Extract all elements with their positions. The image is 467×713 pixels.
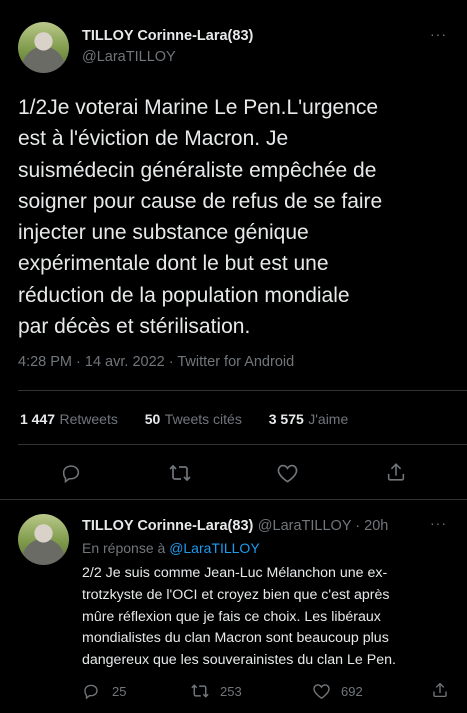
reply-line: trotzkyste de l'OCI et croyez bien que c… xyxy=(82,586,390,603)
tweet-line: suismédecin généraliste empêchée de xyxy=(18,158,377,182)
reply-action-reply[interactable]: 25 xyxy=(82,682,126,700)
likes-label: J'aime xyxy=(308,411,349,427)
like-count: 692 xyxy=(341,683,363,699)
reply-avatar[interactable] xyxy=(18,514,69,565)
reply-action-retweet[interactable]: 253 xyxy=(190,682,242,700)
reply-line: mondialistes du clan Macron sont beaucou… xyxy=(82,630,389,647)
retweets-label: Retweets xyxy=(59,411,118,427)
quotes-stat[interactable]: 50 Tweets cités xyxy=(145,411,242,428)
reply-line: mûre réflexion que je fais ce choix. Les… xyxy=(82,608,381,625)
tweet-text: 1/2Je voterai Marine Le Pen.L'urgence es… xyxy=(18,92,382,342)
retweets-stat[interactable]: 1 447 Retweets xyxy=(20,411,118,428)
share-icon[interactable] xyxy=(385,461,407,483)
reply-more-icon[interactable]: ··· xyxy=(430,515,447,531)
author-name[interactable]: TILLOY Corinne-Lara(83) xyxy=(82,28,253,44)
retweet-count: 253 xyxy=(220,683,242,699)
tweet-line: soigner pour cause de refus de se faire xyxy=(18,189,383,213)
reply-count: 25 xyxy=(112,683,127,699)
share-icon[interactable] xyxy=(431,681,449,699)
reply-icon xyxy=(82,682,100,700)
in-reply-prefix: En réponse à xyxy=(82,540,166,556)
tweet-line: réduction de la population mondiale xyxy=(18,283,350,307)
heart-icon[interactable] xyxy=(276,462,299,484)
reply-line: 2/2 Je suis comme Jean-Luc Mélanchon une… xyxy=(82,565,388,581)
reply-action-like[interactable]: 692 xyxy=(312,682,363,700)
reply-icon[interactable] xyxy=(60,462,82,484)
divider xyxy=(0,499,467,500)
divider xyxy=(18,444,467,445)
retweets-count: 1 447 xyxy=(20,411,56,427)
divider xyxy=(18,390,467,391)
reply-line: dangereux que les souverainistes du clan… xyxy=(82,652,396,669)
in-reply-handle[interactable]: @LaraTILLOY xyxy=(169,540,259,556)
in-reply-to: En réponse à @LaraTILLOY xyxy=(82,540,260,556)
retweet-icon xyxy=(190,682,210,700)
retweet-icon[interactable] xyxy=(168,462,192,484)
author-handle[interactable]: @LaraTILLOY xyxy=(82,49,176,65)
reply-handle-time[interactable]: @LaraTILLOY · 20h xyxy=(258,518,389,534)
tweet-line: expérimentale dont le but est une xyxy=(18,252,329,276)
stats-row: 1 447 Retweets 50 Tweets cités 3 575 J'a… xyxy=(20,411,348,429)
likes-stat[interactable]: 3 575 J'aime xyxy=(269,411,349,428)
reply-header: TILLOY Corinne-Lara(83) @LaraTILLOY · 20… xyxy=(82,517,388,535)
tweet-meta[interactable]: 4:28 PM · 14 avr. 2022 · Twitter for And… xyxy=(18,354,294,370)
quotes-label: Tweets cités xyxy=(164,411,242,427)
quotes-count: 50 xyxy=(144,411,161,427)
tweet-line: par décès et stérilisation. xyxy=(18,315,251,339)
heart-icon xyxy=(312,682,331,700)
likes-count: 3 575 xyxy=(268,411,304,427)
tweet-line: 1/2Je voterai Marine Le Pen.L'urgence xyxy=(18,96,379,119)
tweet-line: injecter une substance génique xyxy=(18,221,309,245)
reply-text: 2/2 Je suis comme Jean-Luc Mélanchon une… xyxy=(82,563,396,672)
tweet-line: est à l'éviction de Macron. Je xyxy=(18,127,289,151)
avatar[interactable] xyxy=(18,22,69,73)
reply-author-name[interactable]: TILLOY Corinne-Lara(83) xyxy=(82,518,253,534)
more-icon[interactable]: ··· xyxy=(430,26,447,42)
